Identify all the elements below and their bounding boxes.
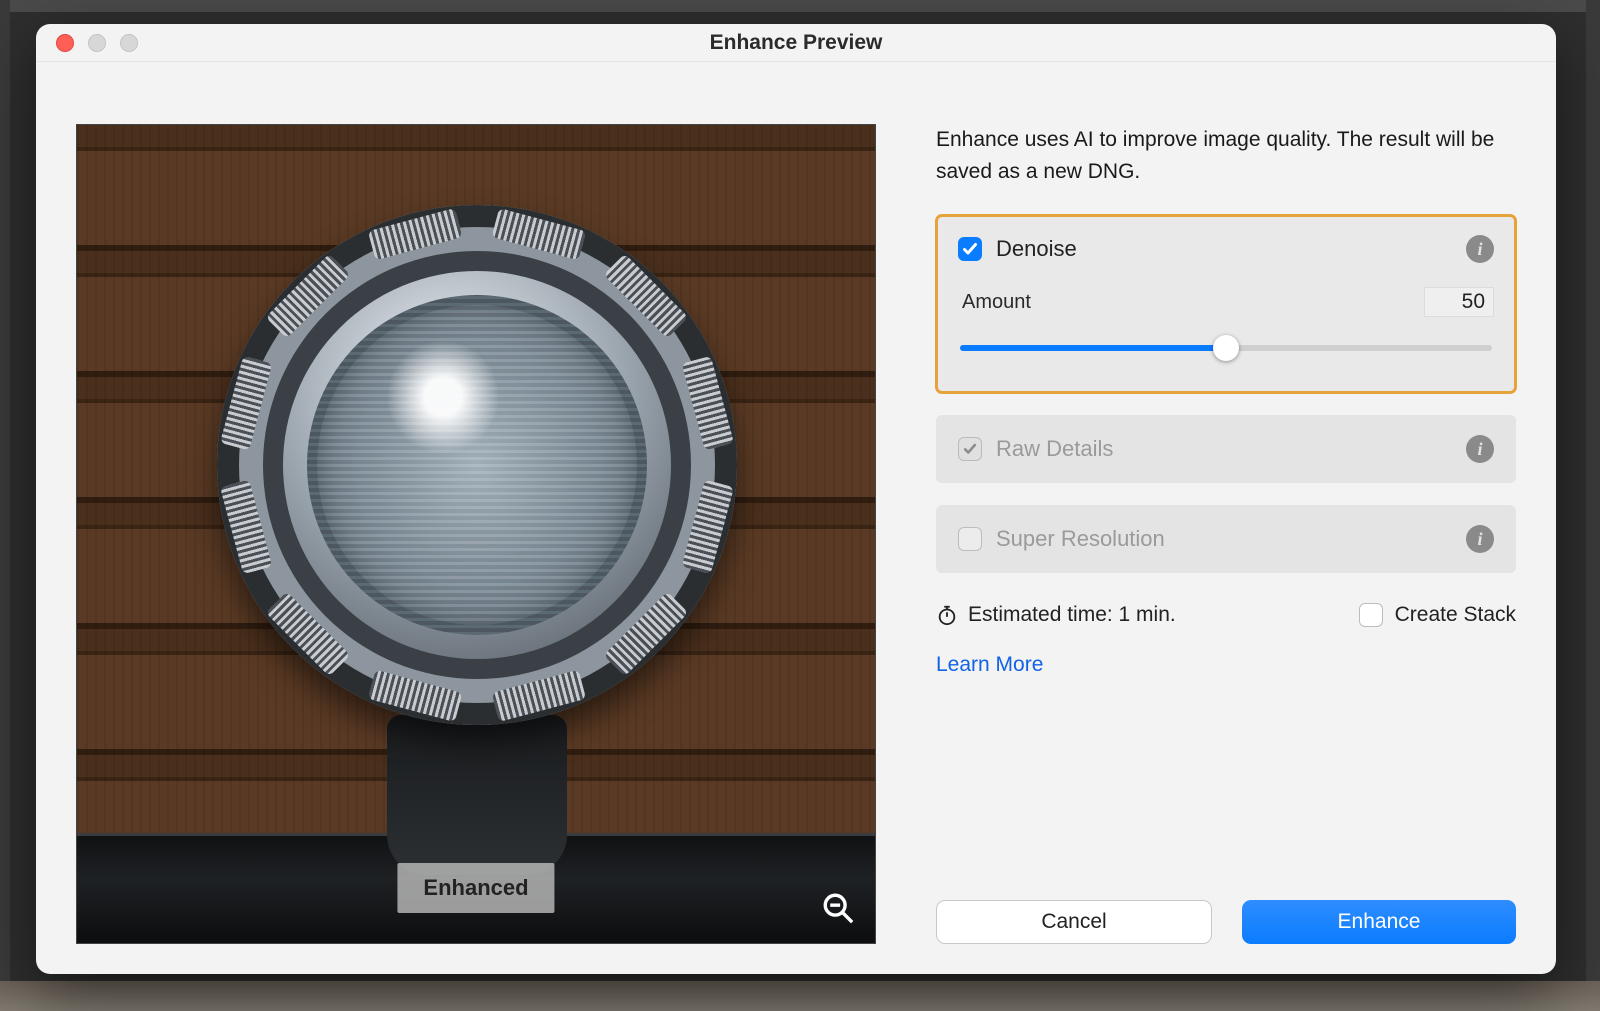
minimize-window-button xyxy=(88,34,106,52)
dialog-body: Enhanced Enhance uses AI to improve imag… xyxy=(36,62,1556,974)
controls-pane: Enhance uses AI to improve image quality… xyxy=(936,124,1516,944)
bg-strip xyxy=(0,0,10,1011)
denoise-label: Denoise xyxy=(996,236,1077,262)
enhance-button[interactable]: Enhance xyxy=(1242,900,1516,944)
cancel-button[interactable]: Cancel xyxy=(936,900,1212,944)
bg-strip xyxy=(0,981,1600,1011)
zoom-out-icon[interactable] xyxy=(821,891,855,925)
create-stack-label: Create Stack xyxy=(1395,603,1516,627)
dialog-title: Enhance Preview xyxy=(36,31,1556,55)
denoise-panel: Denoise i Amount 50 xyxy=(936,215,1516,393)
info-icon[interactable]: i xyxy=(1466,435,1494,463)
info-icon[interactable]: i xyxy=(1466,525,1494,553)
super-resolution-checkbox xyxy=(958,527,982,551)
learn-more-link[interactable]: Learn More xyxy=(936,653,1043,677)
close-window-button[interactable] xyxy=(56,34,74,52)
enhance-dialog: Enhance Preview Enhanced xyxy=(36,24,1556,974)
window-controls xyxy=(56,34,138,52)
raw-details-checkbox xyxy=(958,437,982,461)
bg-strip xyxy=(1586,0,1600,1011)
slider-fill xyxy=(960,345,1228,351)
amount-value[interactable]: 50 xyxy=(1424,287,1494,317)
super-resolution-label: Super Resolution xyxy=(996,526,1165,552)
status-row: Estimated time: 1 min. Create Stack xyxy=(936,603,1516,627)
preview-state-badge: Enhanced xyxy=(397,863,554,913)
intro-text: Enhance uses AI to improve image quality… xyxy=(936,124,1516,187)
super-resolution-panel: Super Resolution i xyxy=(936,505,1516,573)
create-stack-checkbox[interactable] xyxy=(1359,603,1383,627)
headlight xyxy=(217,205,737,725)
amount-row: Amount 50 xyxy=(958,287,1494,317)
raw-details-label: Raw Details xyxy=(996,436,1113,462)
raw-details-panel: Raw Details i xyxy=(936,415,1516,483)
denoise-checkbox[interactable] xyxy=(958,237,982,261)
amount-label: Amount xyxy=(962,291,1031,314)
info-icon[interactable]: i xyxy=(1466,235,1494,263)
denoise-amount-slider[interactable] xyxy=(958,335,1494,361)
zoom-window-button xyxy=(120,34,138,52)
stopwatch-icon xyxy=(936,604,958,626)
preview-image[interactable]: Enhanced xyxy=(76,124,876,944)
headlight-mount xyxy=(387,715,567,875)
titlebar: Enhance Preview xyxy=(36,24,1556,62)
slider-thumb[interactable] xyxy=(1213,335,1239,361)
button-row: Cancel Enhance xyxy=(936,900,1516,944)
bg-strip xyxy=(0,0,1600,12)
estimated-time-label: Estimated time: 1 min. xyxy=(968,603,1176,627)
